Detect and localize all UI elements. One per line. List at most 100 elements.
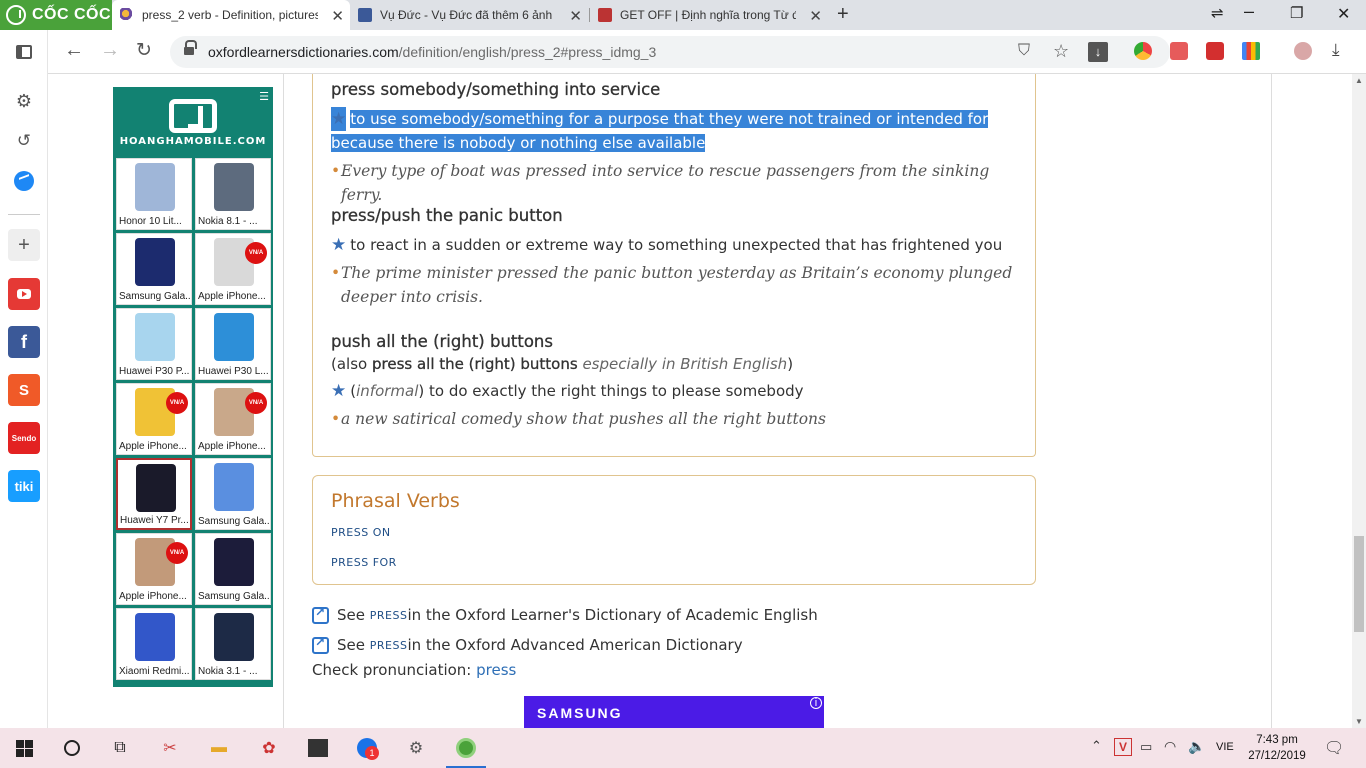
forward-button[interactable]: → (100, 39, 120, 62)
ad-product-tile[interactable]: Honor 10 Lit... (116, 158, 192, 230)
tab-facebook[interactable]: Vụ Đức - Vụ Đức đã thêm 6 ảnh m ✕ (350, 0, 588, 30)
messenger-icon[interactable] (8, 165, 40, 197)
pronunciation-link[interactable]: press (476, 661, 516, 679)
download-icon[interactable]: ↓ (1088, 42, 1108, 62)
paint-icon[interactable]: ✿ (257, 736, 281, 760)
close-window-button[interactable]: ✕ (1337, 4, 1350, 24)
phrasal-verbs-box: Phrasal Verbs PRESS ON PRESS FOR (312, 475, 1036, 585)
address-bar[interactable]: oxfordlearnersdictionaries.com/definitio… (170, 36, 1170, 68)
back-button[interactable]: ← (64, 39, 84, 62)
shield-icon[interactable]: ⛉ (1018, 42, 1030, 60)
sendo-icon[interactable]: Sendo (8, 422, 40, 454)
vn-badge: VN/A (245, 242, 267, 264)
tab-press-verb[interactable]: press_2 verb - Definition, pictures, ✕ (112, 0, 350, 30)
url-text[interactable]: oxfordlearnersdictionaries.com/definitio… (208, 44, 656, 60)
tiki-icon[interactable]: tiki (8, 470, 40, 502)
see-dictionary: in the Oxford Advanced American Dictiona… (407, 636, 743, 654)
ad-product-tile[interactable]: Samsung Gala... (116, 233, 192, 305)
external-link-icon (312, 635, 329, 654)
history-icon[interactable]: ↺ (8, 125, 40, 157)
chrome-extension-icon[interactable] (1134, 42, 1152, 60)
ad-product-tile[interactable]: VN/A Apple iPhone... (116, 383, 192, 455)
ad-product-tile[interactable]: VN/A Apple iPhone... (116, 533, 192, 605)
pronunciation-label: Check pronunciation: (312, 661, 477, 679)
reload-button[interactable]: ↻ (136, 39, 152, 62)
zalo-icon[interactable]: 1 (355, 736, 379, 760)
ad-product-tile[interactable]: Huawei Y7 Pr... (116, 458, 192, 530)
clock[interactable]: 7:43 pm 27/12/2019 (1246, 732, 1308, 764)
profile-avatar[interactable] (1294, 42, 1312, 60)
tab-get-off[interactable]: GET OFF | Định nghĩa trong Từ điể ✕ (590, 0, 828, 30)
close-icon[interactable]: ✕ (331, 7, 344, 25)
new-tab-button[interactable]: + (837, 3, 849, 26)
scrollbar-thumb[interactable] (1354, 536, 1364, 632)
logo-text: CỐC CỐC (32, 6, 112, 23)
ad-product-tile[interactable]: VN/A Apple iPhone... (195, 233, 271, 305)
youtube-icon[interactable] (8, 278, 40, 310)
file-explorer-icon[interactable]: ▬ (207, 736, 231, 760)
volume-icon[interactable]: 🔈 (1188, 738, 1205, 755)
hoanghamobile-ad[interactable]: ☰ HOANGHAMOBILE.COM Honor 10 Lit... Nokia… (113, 87, 273, 687)
browser-sidebar: ⚙ ↺ + f S Sendo tiki (0, 30, 48, 728)
search-icon[interactable] (60, 736, 84, 760)
close-icon[interactable]: ✕ (809, 7, 822, 25)
samsung-banner-ad[interactable]: SAMSUNG i (524, 696, 824, 728)
gear-icon[interactable]: ⚙ (8, 85, 40, 117)
maximize-button[interactable]: ❐ (1290, 4, 1303, 22)
url-domain: oxfordlearnersdictionaries.com (208, 44, 399, 60)
extension-grid-icon[interactable] (1242, 42, 1260, 60)
app-icon[interactable]: ⚙ (404, 736, 428, 760)
ad-brand: HOANGHAMOBILE.COM (119, 135, 267, 147)
shopee-icon[interactable]: S (8, 374, 40, 406)
notification-badge: 1 (365, 746, 379, 760)
coccoc-logo[interactable]: CỐC CỐC (0, 0, 112, 30)
lock-icon[interactable] (184, 40, 197, 57)
wifi-icon[interactable]: ◠ (1164, 738, 1176, 755)
add-icon[interactable]: + (8, 229, 40, 261)
phrasal-link-press-for[interactable]: PRESS FOR (331, 556, 397, 569)
sidebar-toggle-icon[interactable] (8, 36, 40, 68)
oxford-favicon-icon (120, 8, 134, 22)
see-also-academic[interactable]: See PRESS in the Oxford Learner's Dictio… (312, 605, 818, 624)
chevron-up-icon[interactable]: ⌃ (1091, 738, 1102, 754)
phrasal-link-press-on[interactable]: PRESS ON (331, 526, 391, 539)
phone-image (135, 238, 175, 286)
tab-search-icon[interactable]: ⇌ (1211, 4, 1224, 22)
ad-product-tile[interactable]: VN/A Apple iPhone... (195, 383, 271, 455)
vertical-scrollbar[interactable]: ▲ ▼ (1352, 74, 1366, 728)
coccoc-taskbar-icon[interactable] (446, 736, 486, 768)
extension-red-icon[interactable] (1206, 42, 1224, 60)
adblock-icon[interactable] (1170, 42, 1188, 60)
bookmark-star-icon[interactable]: ☆ (1053, 41, 1069, 62)
snipping-tool-icon[interactable]: ✂ (158, 736, 182, 760)
unikey-icon[interactable]: V (1114, 738, 1132, 756)
ad-product-tile[interactable]: Samsung Gala... (195, 458, 271, 530)
language-indicator[interactable]: VIE (1216, 741, 1234, 753)
ad-product-tile[interactable]: Nokia 3.1 - ... (195, 608, 271, 680)
menu-icon[interactable]: ☰ (259, 90, 269, 103)
ad-product-grid: Honor 10 Lit... Nokia 8.1 - ... Samsung Ga… (113, 158, 273, 680)
windows-start-icon[interactable] (12, 736, 36, 760)
downloads-icon[interactable]: ⤓ (1332, 40, 1340, 60)
scroll-down-arrow[interactable]: ▼ (1355, 717, 1363, 726)
phone-image (214, 538, 254, 586)
battery-icon[interactable]: ▭ (1140, 739, 1152, 755)
see-also-american[interactable]: See PRESS in the Oxford Advanced America… (312, 635, 743, 654)
ad-info-icon[interactable]: i (810, 697, 822, 709)
banner-brand: SAMSUNG (537, 705, 623, 721)
sticky-app-icon[interactable] (306, 736, 330, 760)
phone-image (135, 613, 175, 661)
ad-product-tile[interactable]: Huawei P30 L... (195, 308, 271, 380)
notification-center-icon[interactable]: 🗨 (1324, 738, 1344, 758)
product-caption: Samsung Gala... (198, 591, 270, 602)
variant-region: especially in British English (582, 355, 788, 373)
minimize-button[interactable]: – (1244, 1, 1254, 22)
scroll-up-arrow[interactable]: ▲ (1355, 76, 1363, 85)
ad-product-tile[interactable]: Xiaomi Redmi... (116, 608, 192, 680)
ad-product-tile[interactable]: Samsung Gala... (195, 533, 271, 605)
task-view-icon[interactable]: ⧉ (108, 736, 132, 760)
close-icon[interactable]: ✕ (569, 7, 582, 25)
facebook-icon[interactable]: f (8, 326, 40, 358)
ad-product-tile[interactable]: Nokia 8.1 - ... (195, 158, 271, 230)
ad-product-tile[interactable]: Huawei P30 P... (116, 308, 192, 380)
